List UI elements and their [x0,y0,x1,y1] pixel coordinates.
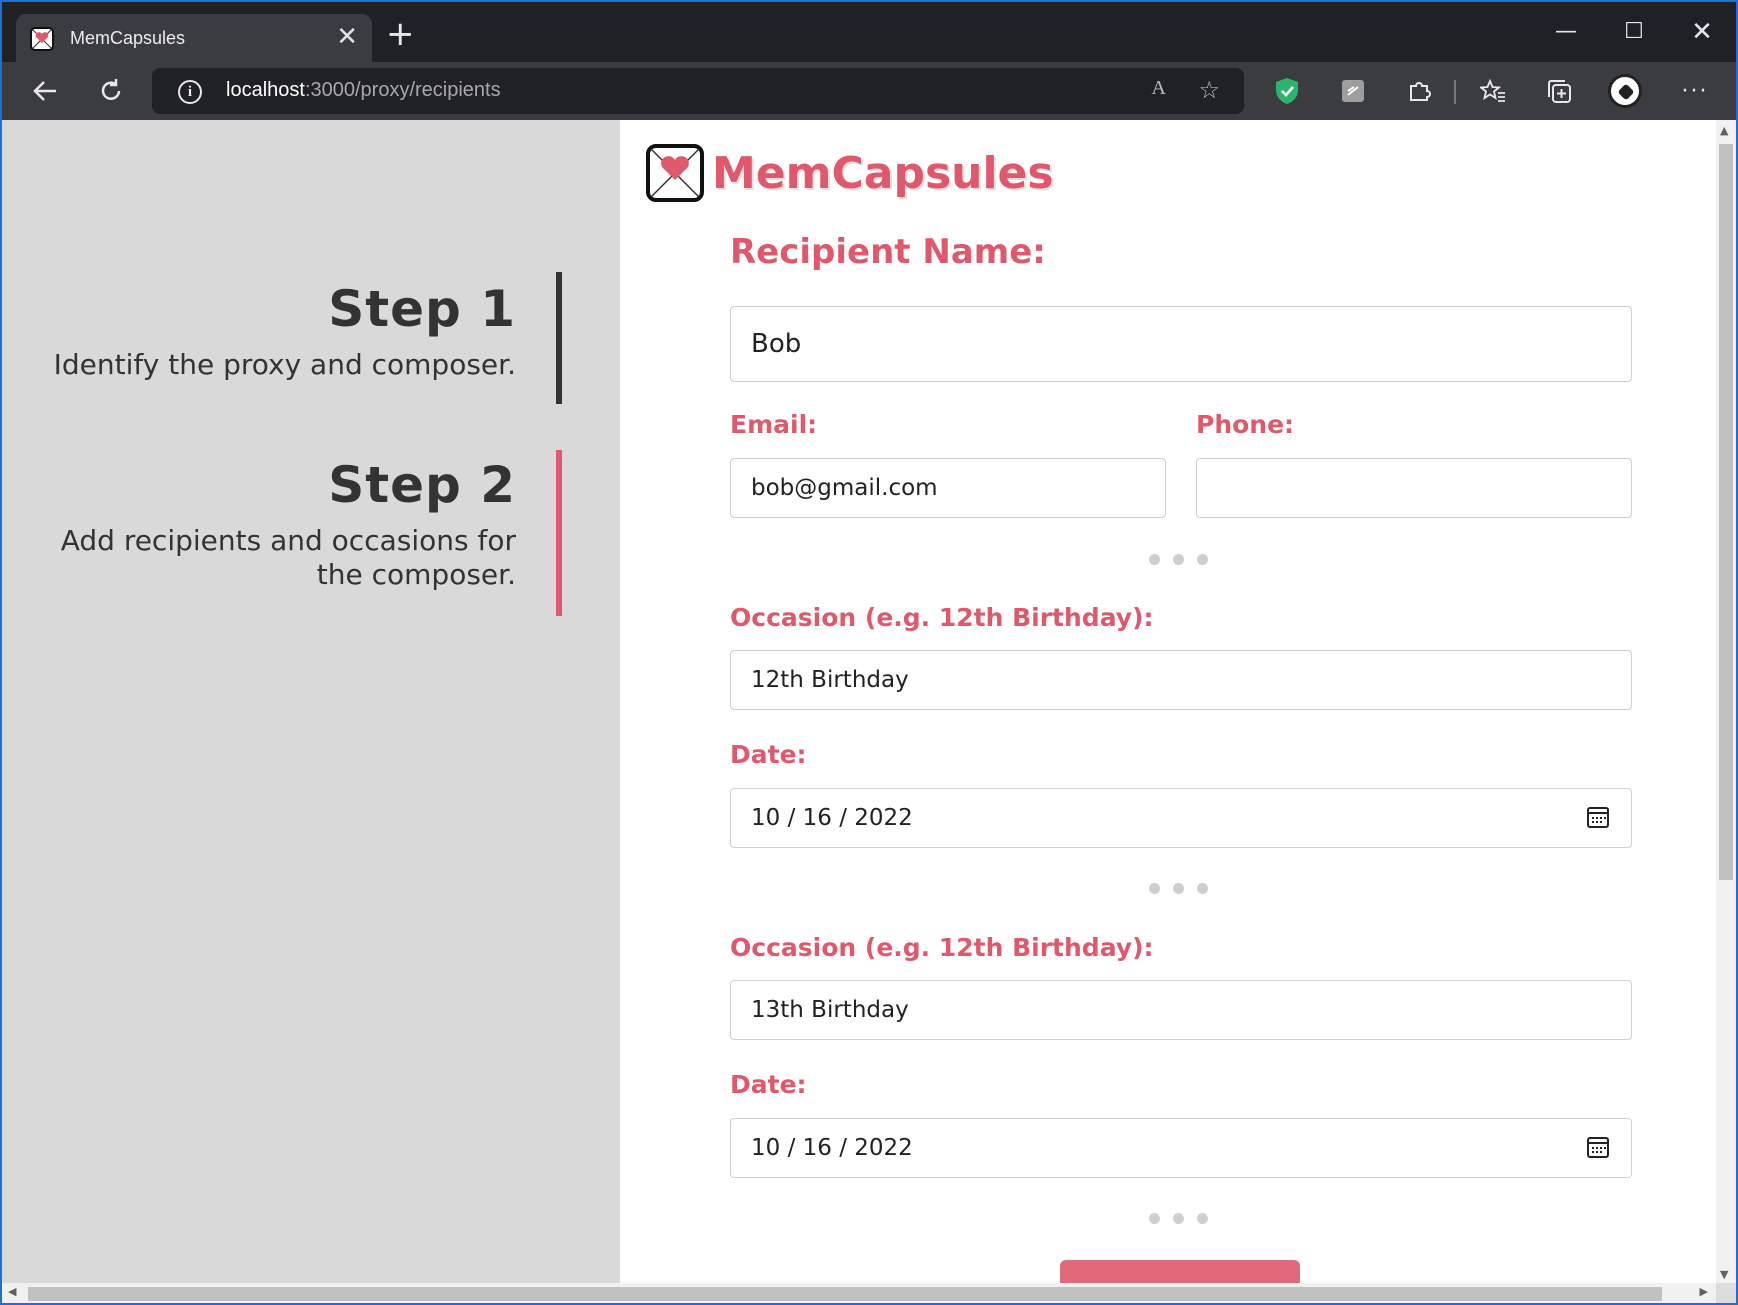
section-divider-dots [1149,883,1208,894]
dot [1149,554,1160,565]
recipient-name-label: Recipient Name: [730,232,1046,272]
step-1-indicator [556,272,562,404]
section-divider-dots [1149,1213,1208,1224]
note-extension-icon[interactable] [1330,68,1376,114]
occasion-input[interactable]: 13th Birthday [730,980,1632,1040]
more-icon[interactable]: ··· [1672,68,1718,114]
toolbar-divider [1454,80,1456,104]
step-1: Step 1 Identify the proxy and composer. [36,280,516,382]
dot [1149,1213,1160,1224]
step-description: Identify the proxy and composer. [53,348,516,381]
horizontal-scrollbar[interactable]: ◀ ▶ [2,1283,1716,1303]
scrollbar-corner [1716,1283,1736,1303]
info-icon[interactable]: i [178,80,202,104]
favicon-icon [30,27,54,51]
occasion-label: Occasion (e.g. 12th Birthday): [730,933,1154,962]
dot [1197,554,1208,565]
refresh-icon[interactable] [88,68,134,114]
dot [1173,554,1184,565]
occasion-label: Occasion (e.g. 12th Birthday): [730,603,1154,632]
date-label: Date: [730,740,807,769]
read-aloud-icon[interactable]: A [1152,77,1166,100]
calendar-icon[interactable] [1587,1137,1609,1158]
title-bar: MemCapsules ✕ + — ☐ ✕ [2,2,1736,64]
scroll-down-icon[interactable]: ▼ [1720,1268,1728,1281]
step-title: Step 2 [328,456,516,514]
recipient-form-panel: MemCapsules Recipient Name: Bob Email: b… [620,120,1716,1283]
vertical-scrollbar[interactable]: ▲ ▼ [1716,120,1736,1283]
date-input[interactable]: 10 / 16 / 2022 [730,1118,1632,1178]
scroll-left-icon[interactable]: ◀ [8,1285,16,1298]
shield-check-icon[interactable] [1264,68,1310,114]
brand-name: MemCapsules [712,147,1054,199]
address-bar[interactable]: i localhost:3000/proxy/recipients A ☆ [152,68,1244,114]
brand-logo[interactable]: MemCapsules [646,144,1054,202]
puzzle-icon[interactable] [1396,68,1442,114]
date-label: Date: [730,1070,807,1099]
tab-close-icon[interactable]: ✕ [336,22,358,52]
step-2-indicator-active [556,450,562,616]
dot [1197,883,1208,894]
minimize-button[interactable]: — [1546,14,1586,50]
scroll-right-icon[interactable]: ▶ [1700,1285,1708,1298]
new-tab-button[interactable]: + [386,16,415,52]
scroll-up-icon[interactable]: ▲ [1720,124,1728,137]
date-input[interactable]: 10 / 16 / 2022 [730,788,1632,848]
browser-window: MemCapsules ✕ + — ☐ ✕ i localhost:3000/p… [0,0,1738,1305]
tab-title: MemCapsules [70,28,186,48]
favorites-icon[interactable] [1470,68,1516,114]
browser-tab[interactable]: MemCapsules ✕ [16,14,372,64]
phone-field[interactable] [1196,458,1632,518]
date-value: 10 / 16 / 2022 [751,1135,913,1161]
calendar-icon[interactable] [1587,807,1609,828]
back-arrow-icon[interactable] [22,68,68,114]
url-text[interactable]: localhost:3000/proxy/recipients [226,79,501,102]
email-label: Email: [730,410,818,439]
window-close-button[interactable]: ✕ [1682,14,1722,50]
collections-icon[interactable] [1536,68,1582,114]
steps-sidebar: Step 1 Identify the proxy and composer. … [2,120,620,1283]
email-field[interactable]: bob@gmail.com [730,458,1166,518]
page-viewport: Step 1 Identify the proxy and composer. … [2,120,1716,1283]
dot [1197,1213,1208,1224]
add-occasion-button[interactable] [1060,1260,1300,1283]
envelope-heart-icon [646,144,704,202]
url-host: localhost [226,79,305,101]
section-divider-dots [1149,554,1208,565]
step-title: Step 1 [328,280,516,338]
occasion-input[interactable]: 12th Birthday [730,650,1632,710]
date-value: 10 / 16 / 2022 [751,805,913,831]
vertical-scroll-thumb[interactable] [1719,144,1733,880]
recipient-name-input[interactable]: Bob [730,306,1632,382]
dot [1173,1213,1184,1224]
browser-toolbar: i localhost:3000/proxy/recipients A ☆ ··… [2,62,1736,120]
dot [1149,883,1160,894]
horizontal-scroll-thumb[interactable] [28,1287,1662,1301]
phone-label: Phone: [1196,410,1295,439]
soccer-ball-icon[interactable] [1602,68,1648,114]
star-plus-icon[interactable]: ☆ [1198,76,1220,104]
dot [1173,883,1184,894]
url-path: :3000/proxy/recipients [304,79,501,101]
step-2: Step 2 Add recipients and occasions for … [36,456,516,592]
step-description: Add recipients and occasions for the com… [60,524,516,591]
maximize-button[interactable]: ☐ [1614,14,1654,50]
